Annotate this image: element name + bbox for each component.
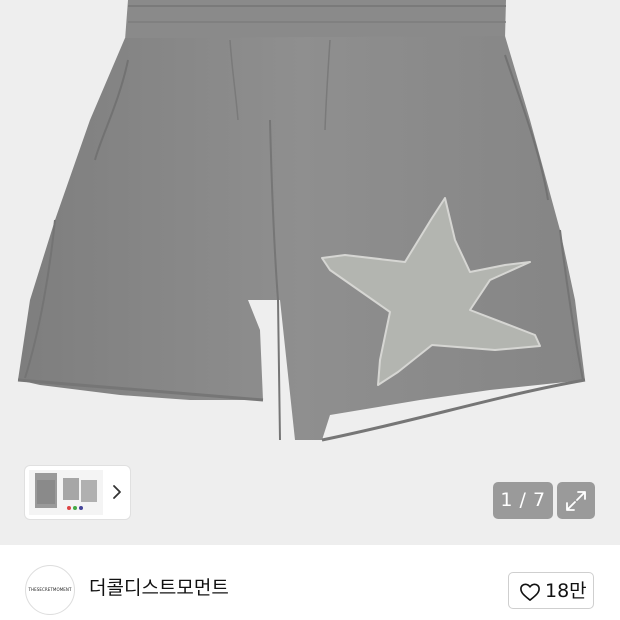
avatar[interactable]: THESECRETMOMENT [25, 565, 75, 615]
like-button[interactable]: 18만 [508, 572, 594, 609]
heart-outline-icon [520, 583, 540, 601]
avatar-logo-text: THESECRETMOMENT [28, 587, 72, 592]
product-image-area[interactable]: 1 / 7 [0, 0, 620, 545]
thumbnail-image [29, 470, 103, 515]
seller-name[interactable]: 더콜디스트모먼트 [89, 575, 229, 601]
expand-icon [566, 491, 586, 511]
seller-row[interactable]: THESECRETMOMENT 더콜디스트모먼트 18만 [0, 545, 620, 620]
expand-button[interactable] [557, 482, 595, 519]
thumbnail-strip[interactable] [25, 466, 130, 519]
image-counter: 1 / 7 [493, 482, 553, 519]
product-detail-page: 1 / 7 THESECRETMOMENT 더콜디스트모먼트 18만 [0, 0, 620, 620]
chevron-right-icon[interactable] [109, 479, 125, 505]
like-count: 18만 [545, 580, 587, 602]
product-photo [17, 0, 586, 442]
